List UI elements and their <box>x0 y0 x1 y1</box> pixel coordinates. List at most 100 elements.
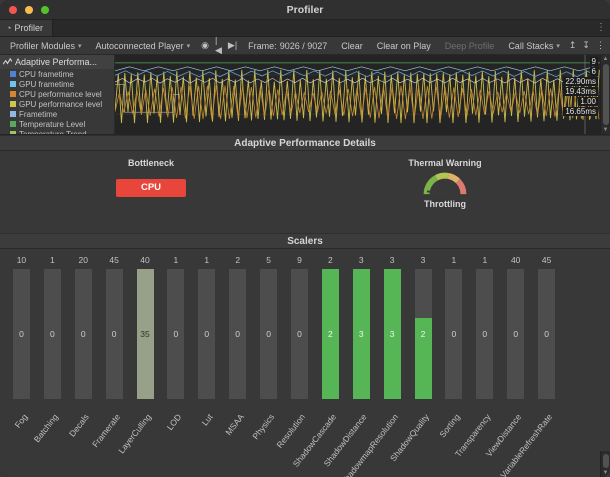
scaler-label: Lut <box>200 412 215 427</box>
scaler-column-LOD: 10LOD <box>160 253 191 399</box>
deep-profile-label: Deep Profile <box>445 41 495 51</box>
call-stacks-dropdown[interactable]: Call Stacks ▾ <box>502 37 566 54</box>
target-label: Autoconnected Player <box>96 41 184 51</box>
toolbar-kebab-icon[interactable]: ⋮ <box>593 40 608 51</box>
scaler-label-wrap: LOD <box>158 407 175 425</box>
scaler-bar[interactable]: 0 <box>44 269 61 399</box>
legend-item[interactable]: Frametime <box>0 109 114 119</box>
scroll-down-icon[interactable]: ▼ <box>603 469 609 477</box>
module-legend: CPU frametimeGPU frametimeCPU performanc… <box>0 69 114 134</box>
module-chart-area: Adaptive Performa... CPU frametimeGPU fr… <box>0 55 610 135</box>
minimize-window-icon[interactable] <box>25 6 33 14</box>
scaler-label-wrap: Batching <box>19 407 52 425</box>
scaler-bar[interactable]: 0 <box>445 269 462 399</box>
scaler-bar[interactable]: 3 <box>353 269 370 399</box>
scaler-current-value: 0 <box>291 329 308 339</box>
chevron-down-icon: ▾ <box>187 42 191 50</box>
legend-swatch-icon <box>10 131 16 134</box>
scaler-column-VariableRefreshRate: 450VariableRefreshRate <box>531 253 562 399</box>
scaler-current-value: 0 <box>13 329 30 339</box>
scaler-column-ShadowCascade: 22ShadowCascade <box>315 253 346 399</box>
scaler-max-value: 40 <box>130 253 161 267</box>
scaler-bar[interactable]: 0 <box>106 269 123 399</box>
scaler-bar[interactable]: 0 <box>229 269 246 399</box>
scaler-bar[interactable]: 0 <box>13 269 30 399</box>
chart-value-tag: 19.43ms <box>563 87 598 96</box>
profiler-gauge-icon: ◔ <box>6 24 11 33</box>
legend-swatch-icon <box>10 111 16 117</box>
scaler-bar[interactable]: 0 <box>291 269 308 399</box>
legend-item[interactable]: Temperature Trend <box>0 129 114 134</box>
scaler-bar[interactable]: 0 <box>476 269 493 399</box>
scaler-column-Batching: 10Batching <box>37 253 68 399</box>
profiler-window: Profiler ◔ Profiler ⋮ Profiler Modules ▾… <box>0 0 610 477</box>
previous-frame-icon[interactable]: |◀ <box>212 35 225 56</box>
save-profile-icon[interactable]: ↥ <box>566 40 580 51</box>
chart-vertical-scrollbar[interactable]: ▲ ▼ <box>600 55 610 134</box>
legend-item[interactable]: GPU performance level <box>0 99 114 109</box>
target-selection-dropdown[interactable]: Autoconnected Player ▾ <box>90 37 197 54</box>
legend-swatch-icon <box>10 71 16 77</box>
scaler-label-wrap: VariableRefreshRate <box>468 407 546 425</box>
maximize-window-icon[interactable] <box>41 6 49 14</box>
legend-label: Frametime <box>19 110 57 119</box>
chevron-down-icon: ▾ <box>556 42 560 50</box>
scaler-bar[interactable]: 0 <box>538 269 555 399</box>
scaler-max-value: 2 <box>315 253 346 267</box>
scaler-max-value: 20 <box>68 253 99 267</box>
load-profile-icon[interactable]: ↧ <box>579 40 593 51</box>
close-window-icon[interactable] <box>9 6 17 14</box>
clear-on-play-toggle[interactable]: Clear on Play <box>371 37 437 54</box>
record-icon[interactable]: ◉ <box>198 40 212 51</box>
frame-value: 9026 / 9027 <box>280 41 328 51</box>
chart-value-tags: 9622.90ms19.43ms1.0016.65ms <box>563 57 598 116</box>
legend-swatch-icon <box>10 91 16 97</box>
scrollbar-thumb[interactable] <box>603 454 609 468</box>
legend-label: CPU performance level <box>19 90 102 99</box>
tab-menu-kebab-icon[interactable]: ⋮ <box>596 22 606 34</box>
traffic-lights <box>9 6 49 14</box>
scaler-max-value: 45 <box>99 253 130 267</box>
throttling-label: Throttling <box>399 199 491 209</box>
scaler-bar[interactable]: 0 <box>75 269 92 399</box>
legend-label: Temperature Trend <box>19 130 87 135</box>
clear-label: Clear <box>341 41 363 51</box>
scaler-column-Transparency: 10Transparency <box>469 253 500 399</box>
legend-item[interactable]: Temperature Level <box>0 119 114 129</box>
module-header-adaptive-performance[interactable]: Adaptive Performa... <box>0 55 114 69</box>
scaler-label: LOD <box>165 412 184 432</box>
scaler-current-value: 0 <box>198 329 215 339</box>
scrollbar-thumb[interactable] <box>603 64 609 125</box>
module-chart[interactable]: 9622.90ms19.43ms1.0016.65ms <box>115 55 600 134</box>
legend-item[interactable]: CPU performance level <box>0 89 114 99</box>
scaler-column-Physics: 50Physics <box>253 253 284 399</box>
clear-button[interactable]: Clear <box>335 37 369 54</box>
profiler-toolbar: Profiler Modules ▾ Autoconnected Player … <box>0 37 610 55</box>
scaler-max-value: 9 <box>284 253 315 267</box>
scaler-max-value: 3 <box>346 253 377 267</box>
scroll-down-icon[interactable]: ▼ <box>603 126 609 134</box>
scalers-panel: 100Fog10Batching200Decals450Framerate403… <box>0 249 610 477</box>
legend-item[interactable]: GPU frametime <box>0 79 114 89</box>
scaler-bar[interactable]: 2 <box>415 269 432 399</box>
next-frame-icon[interactable]: ▶| <box>225 40 240 51</box>
scaler-bar[interactable]: 35 <box>137 269 154 399</box>
scaler-bar[interactable]: 0 <box>260 269 277 399</box>
scroll-up-icon[interactable]: ▲ <box>603 55 609 63</box>
thermal-group: Thermal Warning Throttling <box>399 158 491 209</box>
scaler-bar[interactable]: 3 <box>384 269 401 399</box>
scaler-max-value: 1 <box>469 253 500 267</box>
scalers-section-header: Scalers <box>0 233 610 249</box>
tab-profiler[interactable]: ◔ Profiler <box>0 20 53 36</box>
scaler-label: ShadowQuality <box>388 412 431 463</box>
scaler-column-Resolution: 90Resolution <box>284 253 315 399</box>
panel-vertical-scrollbar[interactable]: ▼ <box>600 451 610 477</box>
scaler-bar[interactable]: 0 <box>198 269 215 399</box>
legend-item[interactable]: CPU frametime <box>0 69 114 79</box>
scaler-bar[interactable]: 0 <box>507 269 524 399</box>
scaler-bar[interactable]: 2 <box>322 269 339 399</box>
scaler-label-wrap: ShadowQuality <box>366 407 423 425</box>
profiler-modules-dropdown[interactable]: Profiler Modules ▾ <box>4 37 88 54</box>
scaler-current-value: 0 <box>445 329 462 339</box>
scaler-bar[interactable]: 0 <box>167 269 184 399</box>
